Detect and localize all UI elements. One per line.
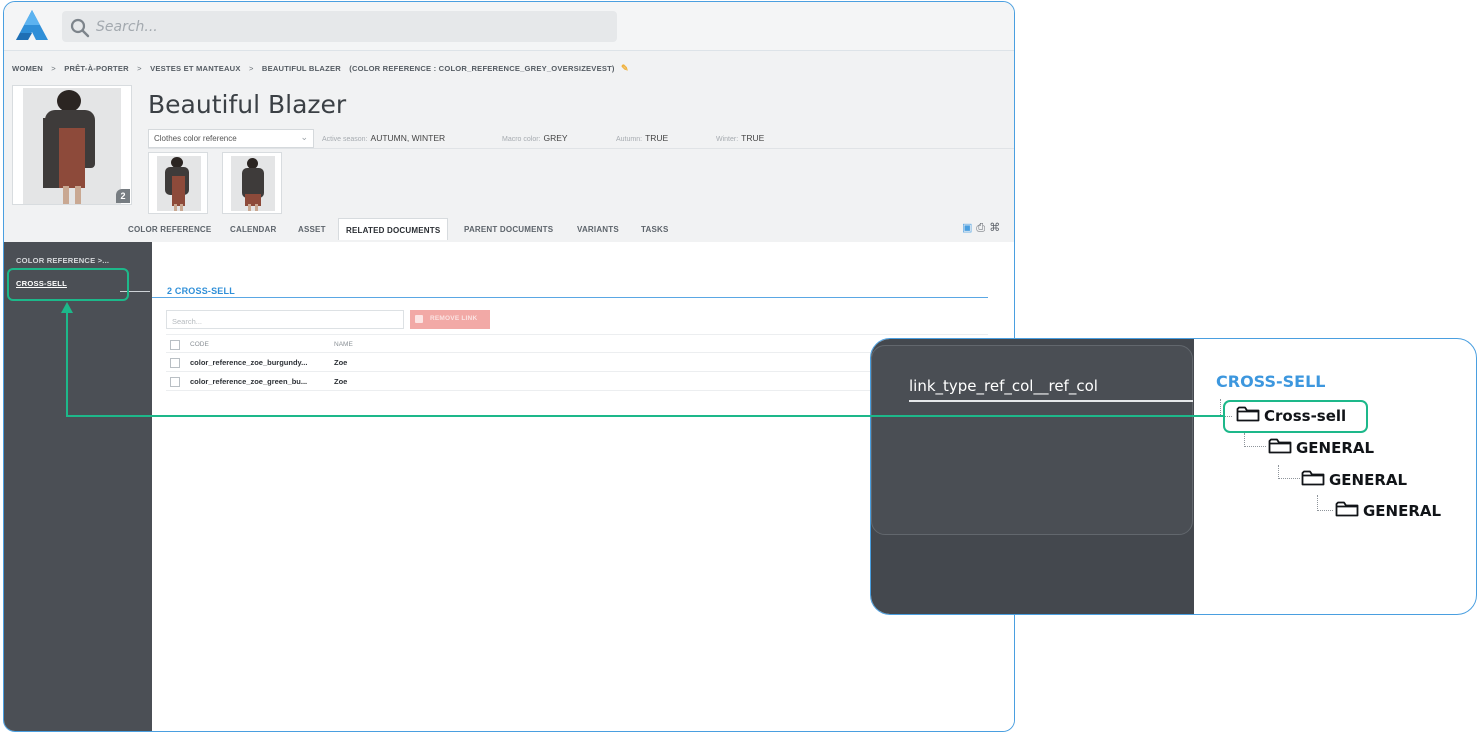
attr-value: AUTUMN, WINTER [370, 133, 446, 143]
attribute-bar: Clothes color reference ⌄ Active season:… [148, 129, 1014, 149]
global-search [62, 11, 617, 42]
sidebar-item-cross-sell[interactable]: CROSS-SELL [16, 279, 67, 288]
divider [120, 291, 150, 292]
row-name: Zoe [334, 377, 348, 386]
breadcrumb: WOMEN > PRÊT-À-PORTER > VESTES ET MANTEA… [12, 63, 629, 74]
breadcrumb-separator: > [51, 64, 56, 73]
row-code[interactable]: color_reference_zoe_burgundy... [190, 358, 307, 367]
attr-active-season: Active season: AUTUMN, WINTER [322, 133, 445, 143]
breadcrumb-reference: (COLOR REFERENCE : COLOR_REFERENCE_GREY_… [349, 64, 615, 73]
tree-connector [1244, 433, 1266, 447]
attr-value: TRUE [645, 133, 669, 143]
tree-connector [1278, 465, 1300, 479]
edit-icon[interactable]: ✎ [621, 63, 629, 74]
sidebar-item-color-reference[interactable]: COLOR REFERENCE >... [16, 256, 109, 265]
breadcrumb-item[interactable]: WOMEN [12, 64, 43, 73]
sidebar: COLOR REFERENCE >... CROSS-SELL [4, 242, 152, 731]
tab-color-reference[interactable]: COLOR REFERENCE [128, 225, 211, 234]
zoom-link-type[interactable]: link_type_ref_col__ref_col [909, 377, 1098, 395]
breadcrumb-item: BEAUTIFUL BLAZER [261, 64, 341, 73]
search-icon[interactable] [69, 17, 91, 39]
thumbnail[interactable] [148, 152, 208, 214]
print-icon[interactable]: ⎙ [976, 222, 985, 235]
section-title: 2 CROSS-SELL [167, 286, 235, 296]
tree-node-general[interactable]: GENERAL [1301, 469, 1407, 489]
app-window: WOMEN > PRÊT-À-PORTER > VESTES ET MANTEA… [3, 1, 1015, 732]
attr-macro-color: Macro color: GREY [502, 133, 568, 143]
tab-tasks[interactable]: TASKS [641, 225, 669, 234]
remove-link-label: REMOVE LINK [430, 315, 478, 322]
table-row[interactable]: color_reference_zoe_green_bu... Zoe [166, 372, 988, 391]
page-title: Beautiful Blazer [148, 90, 347, 119]
logo-icon[interactable] [12, 8, 52, 44]
tab-related-documents[interactable]: RELATED DOCUMENTS [338, 218, 449, 240]
row-checkbox[interactable] [170, 377, 180, 387]
remove-icon [415, 315, 423, 323]
cross-sell-search-input[interactable] [167, 313, 403, 330]
folder-icon [1268, 438, 1292, 454]
zoom-title: CROSS-SELL [1216, 372, 1326, 391]
product-photo [23, 88, 121, 204]
row-checkbox[interactable] [170, 358, 180, 368]
select-value: Clothes color reference [154, 134, 237, 143]
attr-autumn: Autumn: TRUE [616, 133, 668, 143]
tree-node-label: GENERAL [1296, 439, 1375, 457]
select-all-checkbox[interactable] [170, 340, 180, 350]
folder-icon [1335, 501, 1359, 517]
remove-link-button[interactable]: REMOVE LINK [410, 310, 490, 329]
tree-node-general[interactable]: GENERAL [1335, 500, 1441, 520]
tree-node-label: GENERAL [1363, 502, 1442, 520]
breadcrumb-item[interactable]: PRÊT-À-PORTER [64, 64, 129, 73]
tree-connector [1220, 399, 1232, 417]
zoom-panel [871, 345, 1193, 535]
breadcrumb-item[interactable]: VESTES ET MANTEAUX [150, 64, 241, 73]
zoom-sidebar: link_type_ref_col__ref_col [871, 339, 1194, 614]
folder-icon [1236, 406, 1260, 422]
attr-label: Macro color: [502, 136, 541, 143]
tab-variants[interactable]: VARIANTS [577, 225, 619, 234]
tab-parent-documents[interactable]: PARENT DOCUMENTS [464, 225, 553, 234]
tree-node-label: GENERAL [1329, 471, 1408, 489]
attr-value: TRUE [741, 133, 765, 143]
tab-tools: ▣ ⎙ ⌘ [962, 221, 1004, 235]
translate-icon[interactable]: ⌘ [989, 221, 1000, 234]
tree-node-general[interactable]: GENERAL [1268, 437, 1374, 457]
tree-node-cross-sell[interactable]: Cross-sell [1236, 405, 1346, 425]
chevron-down-icon: ⌄ [300, 132, 308, 142]
folder-icon [1301, 470, 1325, 486]
cross-sell-table: CODE NAME color_reference_zoe_burgundy..… [166, 334, 988, 391]
breadcrumb-separator: > [248, 64, 254, 73]
table-header: CODE NAME [166, 334, 988, 353]
bookmark-icon[interactable]: ▣ [962, 221, 972, 234]
attr-value: GREY [543, 133, 568, 143]
tree-connector [1317, 495, 1333, 511]
attr-label: Active season: [322, 136, 368, 143]
row-name: Zoe [334, 358, 348, 367]
tab-calendar[interactable]: CALENDAR [230, 225, 277, 234]
reference-type-select[interactable]: Clothes color reference ⌄ [148, 129, 314, 148]
column-header-name[interactable]: NAME [334, 341, 353, 348]
breadcrumb-separator: > [137, 64, 142, 73]
top-bar [4, 2, 1014, 51]
thumbnail[interactable] [222, 152, 282, 214]
section-underline [152, 297, 988, 298]
image-count-badge: 2 [116, 189, 130, 203]
table-row[interactable]: color_reference_zoe_burgundy... Zoe [166, 353, 988, 372]
row-code[interactable]: color_reference_zoe_green_bu... [190, 377, 307, 386]
tab-bar: COLOR REFERENCE CALENDAR ASSET RELATED D… [124, 218, 1014, 241]
attr-winter: Winter: TRUE [716, 133, 764, 143]
attr-label: Winter: [716, 136, 739, 143]
zoom-link-underline [909, 400, 1193, 402]
tab-asset[interactable]: ASSET [298, 225, 326, 234]
zoom-callout: link_type_ref_col__ref_col CROSS-SELL Cr… [870, 338, 1477, 615]
tree-node-label: Cross-sell [1264, 407, 1347, 425]
search-input[interactable] [96, 14, 596, 39]
attr-label: Autumn: [616, 136, 643, 143]
cross-sell-search [166, 310, 404, 330]
column-header-code[interactable]: CODE [190, 341, 209, 348]
main-product-image[interactable]: 2 [12, 85, 132, 205]
